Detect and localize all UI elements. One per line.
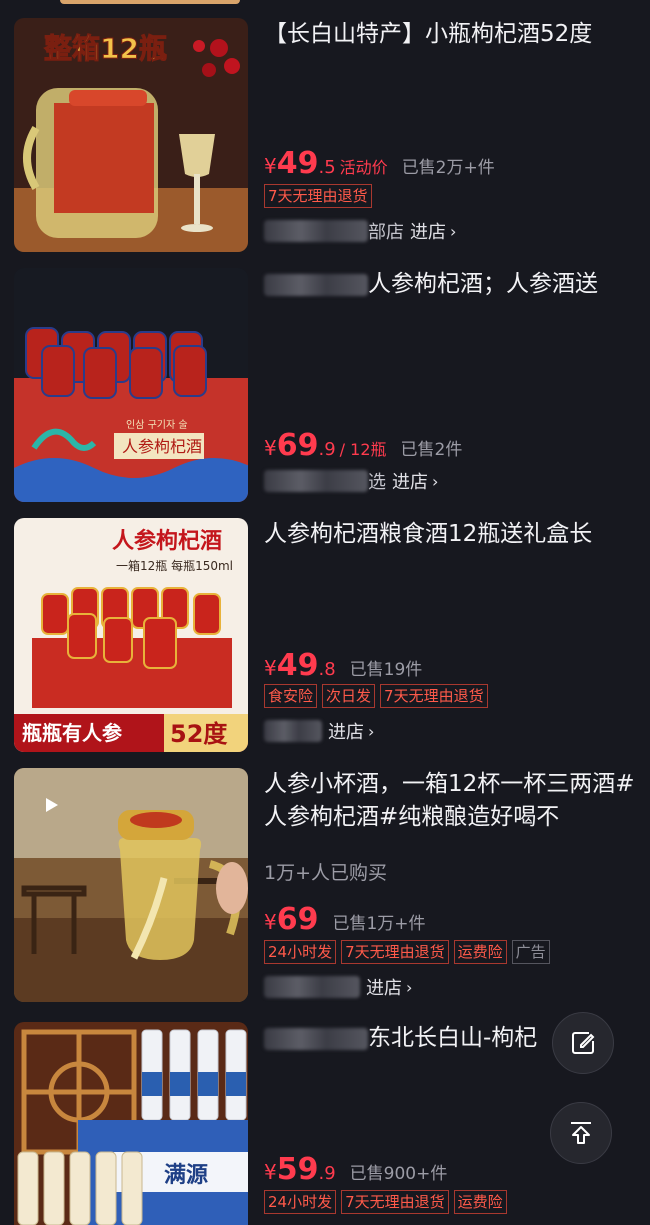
enter-store-link[interactable]: 进店 bbox=[328, 718, 364, 744]
title-blurred-prefix bbox=[264, 1027, 368, 1050]
price-integer: 69 bbox=[276, 902, 319, 937]
store-row[interactable]: 部店 进店 › bbox=[264, 218, 456, 244]
image-bottom-left-text: 瓶瓶有人参 bbox=[22, 721, 122, 745]
store-name-blurred bbox=[264, 976, 360, 998]
currency-symbol: ¥ bbox=[264, 656, 277, 680]
price-row: ¥ 69 已售1万+件 bbox=[264, 902, 426, 937]
product-image[interactable] bbox=[14, 768, 248, 1002]
image-bottom-right-text: 52度 bbox=[170, 720, 228, 748]
service-tags: 24小时发 7天无理由退货 运费险 广告 bbox=[264, 940, 550, 964]
tag-shipping-insurance: 运费险 bbox=[453, 940, 507, 964]
product-card[interactable]: 满源 东北长白山-枸杞 ¥ 59 .9 已售900+件 24小时发 7天无理由退… bbox=[14, 1022, 636, 1225]
buyer-count: 1万+人已购买 bbox=[264, 862, 388, 884]
store-row[interactable]: 进店 › bbox=[264, 974, 412, 1000]
service-tags: 7天无理由退货 bbox=[264, 184, 372, 208]
chevron-right-icon: › bbox=[406, 977, 413, 997]
edit-button[interactable] bbox=[552, 1012, 614, 1074]
image-brand-text: 满源 bbox=[164, 1163, 208, 1188]
store-name-blurred bbox=[264, 720, 322, 742]
title-blurred-prefix bbox=[264, 273, 368, 296]
sold-count: 已售900+件 bbox=[349, 1164, 448, 1184]
tag-return-policy: 7天无理由退货 bbox=[264, 184, 372, 208]
tag-24h-shipping: 24小时发 bbox=[264, 1190, 337, 1214]
chevron-right-icon: › bbox=[450, 221, 457, 241]
product-card[interactable]: 整箱12瓶 【长白山特产】小瓶枸杞酒52度 ¥ 49 .5 活动价 已售2万+件… bbox=[14, 18, 636, 252]
tag-shipping-insurance: 运费险 bbox=[453, 1190, 507, 1214]
product-title[interactable]: 人参枸杞酒粮食酒12瓶送礼盒长 bbox=[264, 518, 636, 551]
price-row: ¥ 49 .8 已售19件 bbox=[264, 648, 422, 683]
enter-store-link[interactable]: 进店 bbox=[410, 218, 446, 244]
product-image[interactable]: 满源 bbox=[14, 1022, 248, 1225]
price-decimal: .5 bbox=[318, 157, 336, 178]
price-decimal: .8 bbox=[318, 659, 336, 680]
image-banner-text: 整箱12瓶 bbox=[44, 32, 167, 65]
price-row: ¥ 59 .9 已售900+件 bbox=[264, 1152, 447, 1187]
store-row[interactable]: 进店 › bbox=[264, 718, 374, 744]
currency-symbol: ¥ bbox=[264, 436, 277, 460]
product-card[interactable]: 人参小杯酒，一箱12杯一杯三两酒#人参枸杞酒#纯粮酿造好喝不 1万+人已购买 ¥… bbox=[14, 768, 636, 1002]
image-title-text: 人参枸杞酒 bbox=[112, 528, 222, 554]
store-name-blurred bbox=[264, 220, 368, 242]
price-integer: 49 bbox=[276, 648, 319, 683]
enter-store-link[interactable]: 进店 bbox=[392, 468, 428, 494]
currency-symbol: ¥ bbox=[264, 1160, 277, 1184]
tag-next-day-shipping: 次日发 bbox=[322, 684, 376, 708]
top-edge bbox=[0, 0, 650, 8]
tag-food-insurance: 食安险 bbox=[264, 684, 318, 708]
product-image[interactable]: 人参枸杞酒 一箱12瓶 每瓶150ml 瓶瓶有人参 52度 bbox=[14, 518, 248, 752]
product-card[interactable]: 人参枸杞酒 一箱12瓶 每瓶150ml 瓶瓶有人参 52度 人参枸杞酒粮食酒12… bbox=[14, 518, 636, 752]
price-decimal: .9 bbox=[318, 1163, 336, 1184]
service-tags: 食安险 次日发 7天无理由退货 bbox=[264, 684, 488, 708]
image-box-subtext: 인삼 구기자 술 bbox=[126, 419, 188, 431]
store-name-blurred bbox=[264, 470, 368, 492]
product-image[interactable]: 人参枸杞酒 인삼 구기자 술 bbox=[14, 268, 248, 502]
price-integer: 49 bbox=[276, 146, 319, 181]
price-row: ¥ 69 .9 / 12瓶 已售2件 bbox=[264, 428, 462, 463]
price-unit: / 12瓶 bbox=[339, 440, 387, 459]
service-tags: 24小时发 7天无理由退货 运费险 bbox=[264, 1190, 507, 1214]
tag-return-policy: 7天无理由退货 bbox=[341, 940, 449, 964]
tag-return-policy: 7天无理由退货 bbox=[380, 684, 488, 708]
tag-24h-shipping: 24小时发 bbox=[264, 940, 337, 964]
back-to-top-button[interactable] bbox=[550, 1102, 612, 1164]
product-title[interactable]: 人参枸杞酒；人参酒送 bbox=[264, 268, 636, 301]
store-name-suffix: 部店 bbox=[368, 222, 404, 243]
price-integer: 69 bbox=[276, 428, 319, 463]
sold-count: 已售1万+件 bbox=[332, 914, 426, 934]
chevron-right-icon: › bbox=[432, 471, 439, 491]
edit-icon bbox=[572, 1032, 595, 1054]
product-title[interactable]: 人参小杯酒，一箱12杯一杯三两酒#人参枸杞酒#纯粮酿造好喝不 bbox=[264, 768, 636, 834]
ad-badge: 广告 bbox=[511, 940, 550, 964]
price-integer: 59 bbox=[276, 1152, 319, 1187]
tag-return-policy: 7天无理由退货 bbox=[341, 1190, 449, 1214]
price-label: 活动价 bbox=[339, 158, 388, 177]
currency-symbol: ¥ bbox=[264, 910, 277, 934]
sold-count: 已售2件 bbox=[400, 440, 463, 460]
product-card[interactable]: 人参枸杞酒 인삼 구기자 술 人参枸杞酒；人参酒送 ¥ 69 .9 / 12瓶 … bbox=[14, 268, 636, 502]
price-row: ¥ 49 .5 活动价 已售2万+件 bbox=[264, 146, 495, 181]
sold-count: 已售19件 bbox=[349, 660, 423, 680]
currency-symbol: ¥ bbox=[264, 154, 277, 178]
product-title[interactable]: 【长白山特产】小瓶枸杞酒52度 bbox=[264, 18, 636, 51]
title-text: 东北长白山-枸杞 bbox=[368, 1025, 538, 1051]
enter-store-link[interactable]: 进店 bbox=[366, 974, 402, 1000]
product-image[interactable]: 整箱12瓶 bbox=[14, 18, 248, 252]
store-name-suffix: 选 bbox=[368, 472, 386, 493]
previous-card-edge bbox=[60, 0, 240, 4]
sold-count: 已售2万+件 bbox=[401, 158, 495, 178]
chevron-right-icon: › bbox=[368, 721, 375, 741]
image-subtitle-text: 一箱12瓶 每瓶150ml bbox=[116, 558, 233, 573]
back-to-top-icon bbox=[571, 1122, 591, 1144]
price-decimal: .9 bbox=[318, 439, 336, 460]
title-text: 人参枸杞酒；人参酒送 bbox=[368, 271, 598, 297]
image-box-label: 人参枸杞酒 bbox=[122, 437, 202, 456]
store-row[interactable]: 选 进店 › bbox=[264, 468, 438, 494]
